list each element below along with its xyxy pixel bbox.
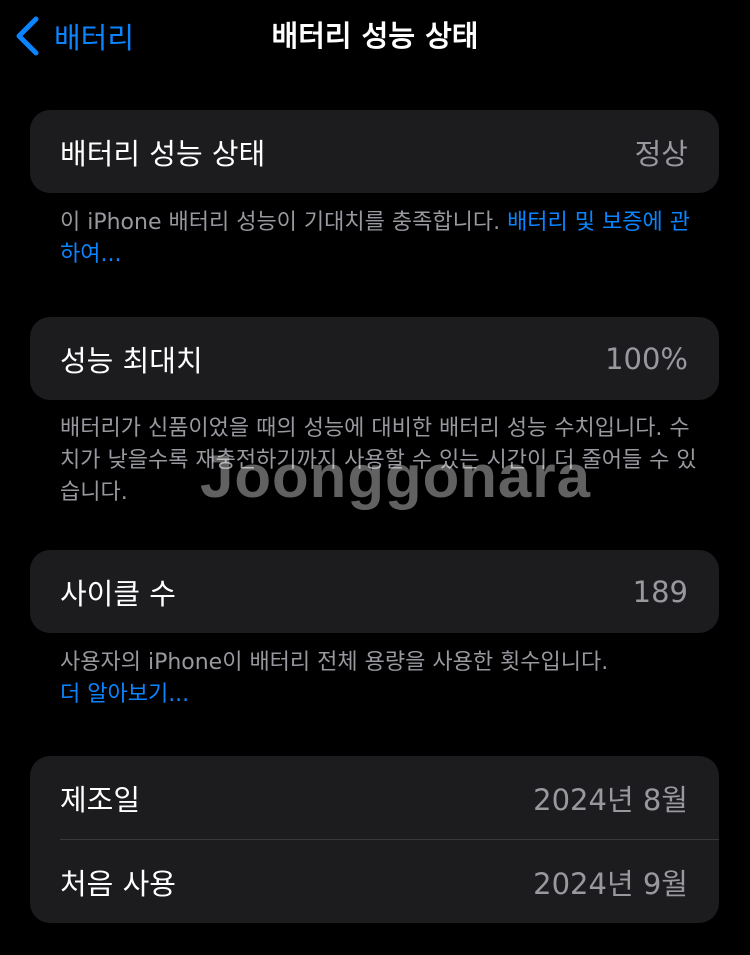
battery-health-value: 정상 [634,136,688,171]
first-use-label: 처음 사용 [60,866,176,901]
max-capacity-footnote: 배터리가 신품이었을 때의 성능에 대비한 배터리 성능 수치입니다. 수치가 … [60,416,697,505]
battery-health-label: 배터리 성능 상태 [60,136,266,171]
max-capacity-value: 100% [605,341,688,376]
cycle-count-label: 사이클 수 [60,576,176,611]
learn-more-link[interactable]: 더 알아보기... [60,682,189,707]
manufacture-date-label: 제조일 [60,782,141,817]
dates-card: 제조일 2024년 8월 처음 사용 2024년 9월 [30,756,719,923]
cycle-count-footnote: 사용자의 iPhone이 배터리 전체 용량을 사용한 횟수입니다. 더 알아보… [60,647,700,711]
cycle-count-card: 사이클 수 189 [30,550,719,633]
max-capacity-label: 성능 최대치 [60,343,203,378]
battery-health-card: 배터리 성능 상태 정상 [30,110,719,193]
max-capacity-row: 성능 최대치 100% [30,317,719,400]
first-use-row: 처음 사용 2024년 9월 [30,840,719,923]
manufacture-date-row: 제조일 2024년 8월 [30,756,719,839]
battery-health-footnote: 이 iPhone 배터리 성능이 기대치를 충족합니다. 배터리 및 보증에 관… [60,207,700,271]
page-title: 배터리 성능 상태 [271,19,479,53]
max-capacity-card: 성능 최대치 100% [30,317,719,400]
cycle-count-footnote-text: 사용자의 iPhone이 배터리 전체 용량을 사용한 횟수입니다. [60,650,609,675]
battery-health-row: 배터리 성능 상태 정상 [30,110,719,193]
cycle-count-row: 사이클 수 189 [30,550,719,633]
battery-health-footnote-text: 이 iPhone 배터리 성능이 기대치를 충족합니다. [60,210,508,235]
first-use-value: 2024년 9월 [533,866,688,901]
manufacture-date-value: 2024년 8월 [533,782,688,817]
cycle-count-value: 189 [632,574,688,609]
navigation-bar: 배터리 배터리 성능 상태 [0,0,750,72]
